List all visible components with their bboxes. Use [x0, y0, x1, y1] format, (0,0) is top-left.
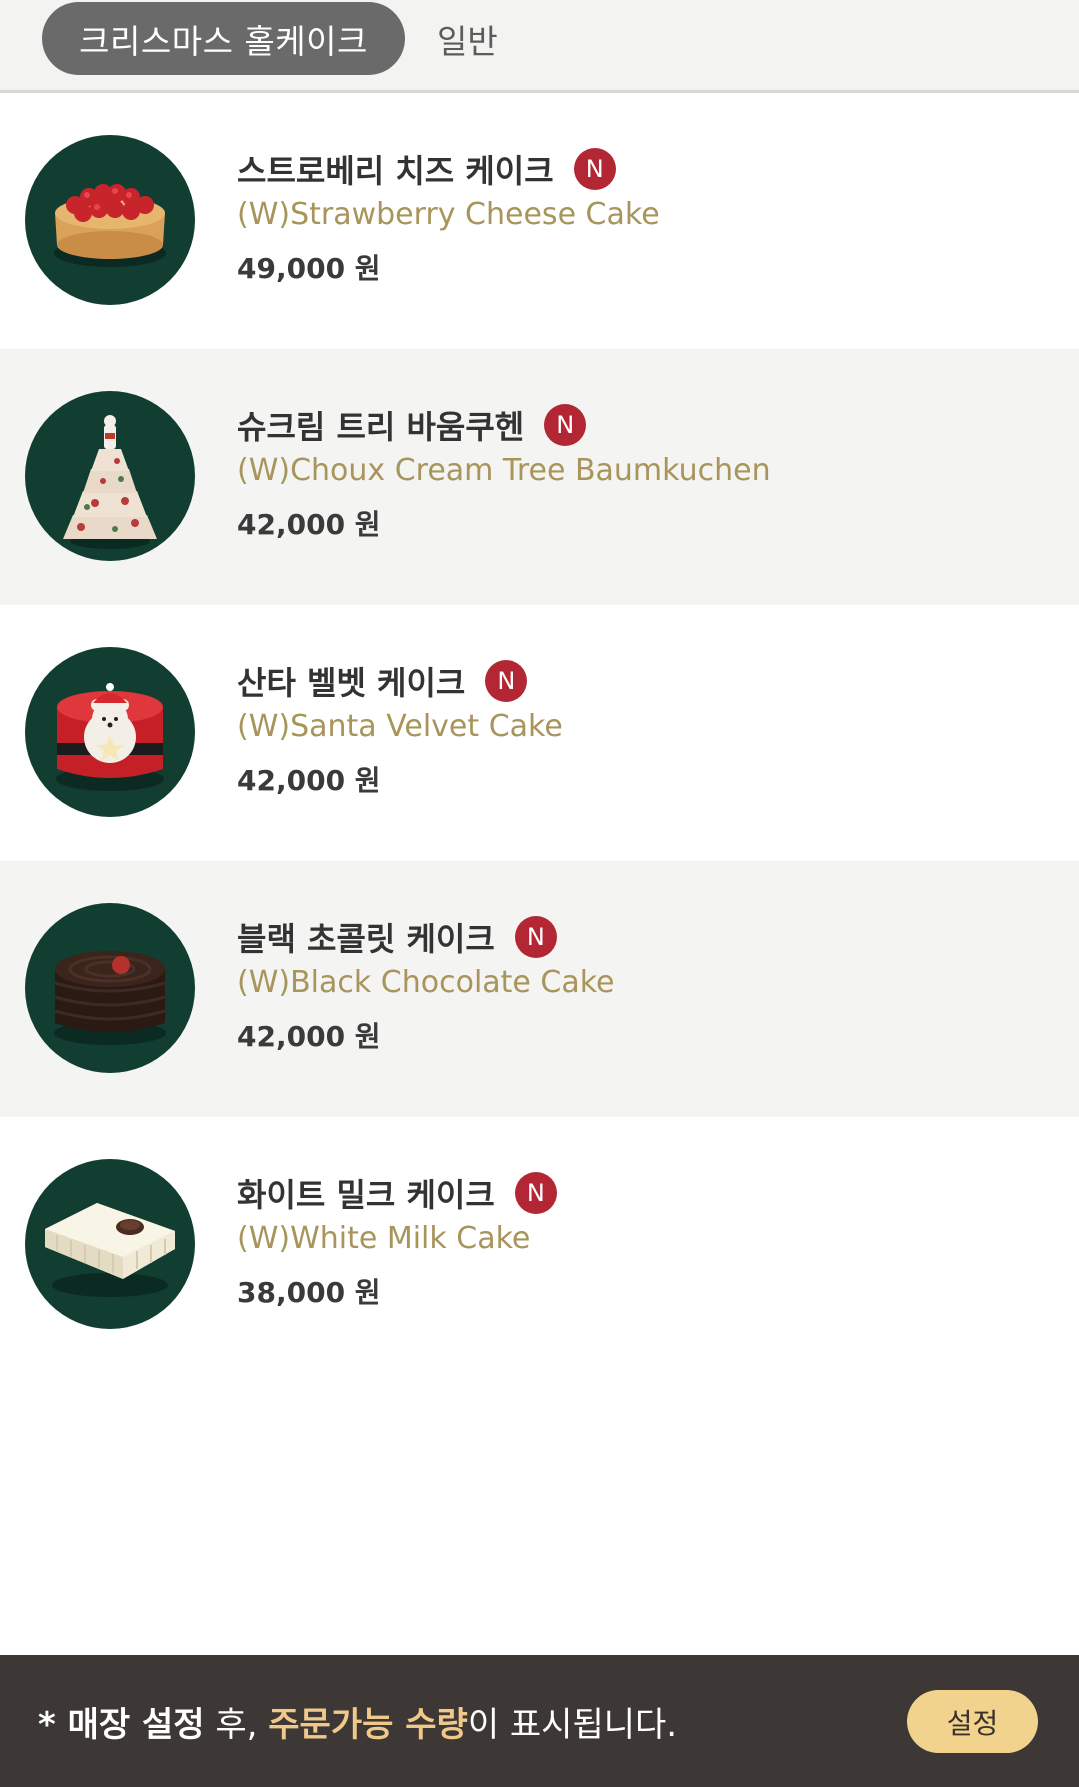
tab-general[interactable]: 일반	[437, 2, 498, 75]
tree-baumkuchen-image	[25, 391, 195, 561]
product-name: 슈크림 트리 바움쿠헨	[237, 408, 525, 446]
product-price: 38,000 원	[237, 1276, 381, 1309]
product-item[interactable]: 스트로베리 치즈 케이크 N (W)Strawberry Cheese Cake…	[0, 93, 1079, 349]
product-price: 42,000 원	[237, 1020, 381, 1053]
product-info: 슈크림 트리 바움쿠헨 N (W)Choux Cream Tree Baumku…	[237, 403, 771, 543]
product-name-row: 스트로베리 치즈 케이크 N	[237, 147, 660, 191]
store-setting-bar: * 매장 설정 후, 주문가능 수량 이 표시됩니다. 설정	[0, 1655, 1079, 1787]
strawberry-cheese-cake-image	[25, 135, 195, 305]
santa-velvet-cake-image	[25, 647, 195, 817]
white-milk-cake-image	[25, 1159, 195, 1329]
notice-suffix: 이 표시됩니다.	[467, 1704, 678, 1745]
store-setup-button[interactable]: 설정	[907, 1690, 1038, 1753]
cake-menu-page: 크리스마스 홀케이크 일반 스트로베리 치즈 케이크 N (W)Strawber…	[0, 0, 1079, 1787]
product-item[interactable]: 슈크림 트리 바움쿠헨 N (W)Choux Cream Tree Baumku…	[0, 349, 1079, 605]
product-name-row: 산타 벨벳 케이크 N	[237, 659, 563, 703]
product-item[interactable]: 블랙 초콜릿 케이크 N (W)Black Chocolate Cake 42,…	[0, 861, 1079, 1117]
notice-mid: 후,	[204, 1704, 269, 1745]
product-english-name: (W)Santa Velvet Cake	[237, 709, 563, 744]
product-list: 스트로베리 치즈 케이크 N (W)Strawberry Cheese Cake…	[0, 93, 1079, 1373]
product-english-name: (W)Choux Cream Tree Baumkuchen	[237, 453, 771, 488]
product-name: 블랙 초콜릿 케이크	[237, 920, 495, 958]
new-badge: N	[514, 916, 557, 958]
product-item[interactable]: 산타 벨벳 케이크 N (W)Santa Velvet Cake 42,000 …	[0, 605, 1079, 861]
product-item[interactable]: 화이트 밀크 케이크 N (W)White Milk Cake 38,000 원	[0, 1117, 1079, 1373]
product-name-row: 화이트 밀크 케이크 N	[237, 1171, 557, 1215]
category-tab-bar: 크리스마스 홀케이크 일반	[0, 0, 1079, 93]
product-info: 산타 벨벳 케이크 N (W)Santa Velvet Cake 42,000 …	[237, 659, 563, 799]
store-setting-notice: * 매장 설정 후, 주문가능 수량 이 표시됩니다.	[38, 1655, 677, 1787]
product-name-row: 블랙 초콜릿 케이크 N	[237, 915, 615, 959]
new-badge: N	[485, 660, 528, 702]
new-badge: N	[544, 404, 587, 446]
product-name-row: 슈크림 트리 바움쿠헨 N	[237, 403, 771, 447]
product-english-name: (W)Strawberry Cheese Cake	[237, 197, 660, 232]
product-info: 블랙 초콜릿 케이크 N (W)Black Chocolate Cake 42,…	[237, 915, 615, 1055]
black-chocolate-cake-image	[25, 903, 195, 1073]
new-badge: N	[573, 148, 616, 190]
product-english-name: (W)Black Chocolate Cake	[237, 965, 615, 1000]
notice-highlight: 주문가능 수량	[268, 1704, 468, 1745]
product-name: 산타 벨벳 케이크	[237, 664, 466, 702]
product-price: 49,000 원	[237, 252, 381, 285]
product-info: 화이트 밀크 케이크 N (W)White Milk Cake 38,000 원	[237, 1171, 557, 1311]
product-name: 화이트 밀크 케이크	[237, 1176, 495, 1214]
product-english-name: (W)White Milk Cake	[237, 1221, 531, 1256]
product-name: 스트로베리 치즈 케이크	[237, 152, 554, 190]
tab-christmas-whole-cake[interactable]: 크리스마스 홀케이크	[42, 2, 405, 75]
product-info: 스트로베리 치즈 케이크 N (W)Strawberry Cheese Cake…	[237, 147, 660, 287]
product-price: 42,000 원	[237, 508, 381, 541]
new-badge: N	[514, 1172, 557, 1214]
notice-prefix: * 매장 설정	[38, 1704, 205, 1745]
product-price: 42,000 원	[237, 764, 381, 797]
